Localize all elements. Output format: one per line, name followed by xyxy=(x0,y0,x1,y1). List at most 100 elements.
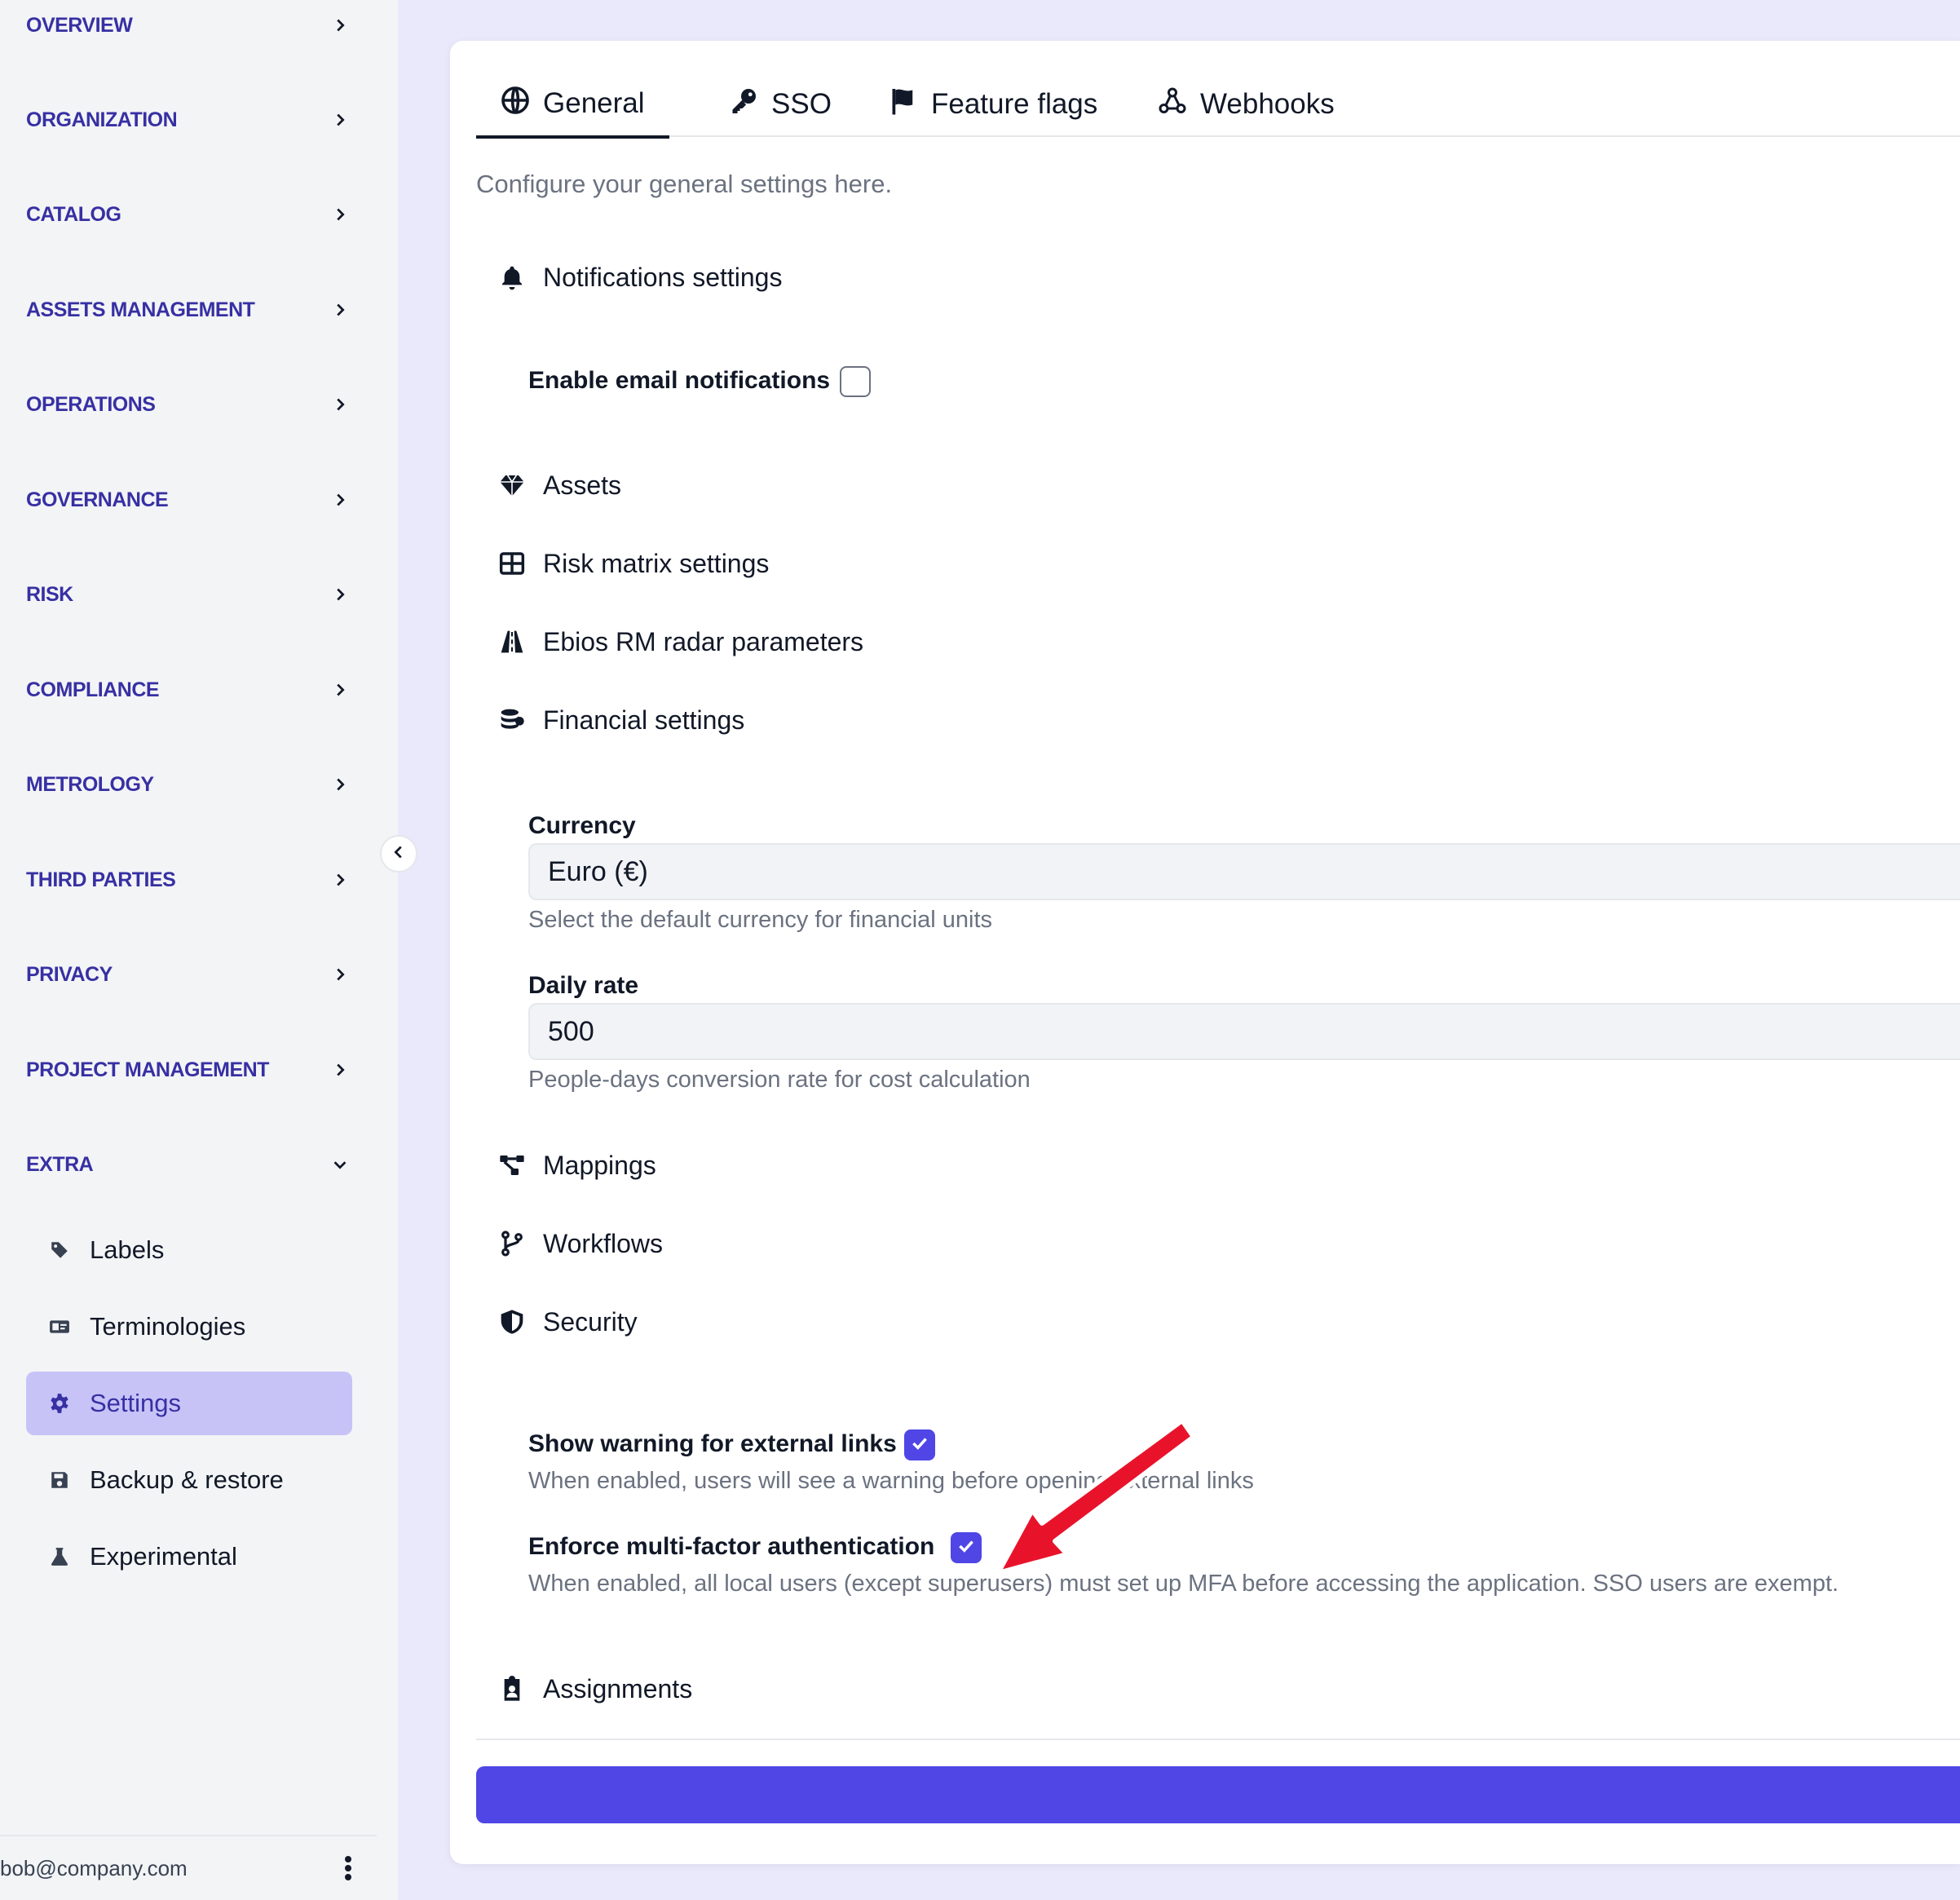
nav-overview[interactable]: OVERVIEW xyxy=(26,1,352,50)
tab-label: Webhooks xyxy=(1200,88,1335,120)
sidebar: OVERVIEW ORGANIZATION CATALOG ASSETS MAN… xyxy=(0,0,398,1900)
flask-icon xyxy=(49,1546,78,1567)
section-workflows[interactable]: Workflows xyxy=(499,1223,663,1264)
chevron-right-icon xyxy=(328,298,352,322)
tab-feature-flags[interactable]: Feature flags xyxy=(889,72,1097,137)
nav-third-parties[interactable]: THIRD PARTIES xyxy=(26,855,352,904)
nav-catalog[interactable]: CATALOG xyxy=(26,190,352,239)
chevron-down-icon xyxy=(328,1152,352,1177)
section-title: Security xyxy=(543,1306,638,1337)
page-intro: Configure your general settings here. xyxy=(476,170,893,198)
tab-general[interactable]: General xyxy=(476,72,669,139)
chevron-right-icon xyxy=(328,868,352,892)
nav-compliance[interactable]: COMPLIANCE xyxy=(26,665,352,714)
table-icon xyxy=(499,550,532,577)
nav-extra[interactable]: EXTRA xyxy=(26,1140,352,1189)
currency-select[interactable] xyxy=(528,843,1960,900)
nav-assets-management[interactable]: ASSETS MANAGEMENT xyxy=(26,285,352,334)
section-assignments[interactable]: Assignments xyxy=(499,1668,692,1709)
nav-governance[interactable]: GOVERNANCE xyxy=(26,475,352,524)
nav-label: THIRD PARTIES xyxy=(26,868,176,891)
save-button[interactable] xyxy=(476,1766,1960,1823)
floppy-disk-icon xyxy=(49,1469,78,1491)
nav-label: ASSETS MANAGEMENT xyxy=(26,298,255,321)
sidebar-item-terminologies[interactable]: Terminologies xyxy=(26,1295,352,1359)
sidebar-footer: bob@company.com xyxy=(0,1835,377,1900)
nav-label: PRIVACY xyxy=(26,962,113,986)
id-card-icon xyxy=(49,1316,78,1337)
flag-icon xyxy=(889,86,931,123)
nav-privacy[interactable]: PRIVACY xyxy=(26,950,352,999)
section-financial[interactable]: Financial settings xyxy=(499,700,744,740)
sidebar-item-label: Backup & restore xyxy=(90,1465,284,1494)
gem-icon xyxy=(499,472,532,498)
section-notifications[interactable]: Notifications settings xyxy=(499,257,782,298)
chevron-right-icon xyxy=(328,392,352,417)
tab-sso[interactable]: SSO xyxy=(729,72,832,137)
sidebar-item-label: Experimental xyxy=(90,1542,237,1571)
section-title: Notifications settings xyxy=(543,262,783,292)
chevron-right-icon xyxy=(328,13,352,38)
section-title: Risk matrix settings xyxy=(543,548,770,578)
section-title: Workflows xyxy=(543,1228,663,1258)
bell-icon xyxy=(499,264,532,290)
section-title: Ebios RM radar parameters xyxy=(543,626,864,656)
shield-icon xyxy=(499,1309,532,1335)
nav-metrology[interactable]: METROLOGY xyxy=(26,760,352,809)
collapse-sidebar-button[interactable] xyxy=(380,835,417,873)
chevron-right-icon xyxy=(328,772,352,797)
daily-rate-help: People-days conversion rate for cost cal… xyxy=(528,1067,1031,1093)
chevron-left-icon xyxy=(390,843,408,865)
email-notifications-checkbox[interactable] xyxy=(840,366,871,397)
currency-label: Currency xyxy=(528,812,636,839)
tab-webhooks[interactable]: Webhooks xyxy=(1158,72,1335,137)
key-icon xyxy=(729,86,771,123)
mfa-checkbox[interactable] xyxy=(951,1532,982,1563)
nav-label: RISK xyxy=(26,582,73,606)
currency-help: Select the default currency for financia… xyxy=(528,907,993,933)
sidebar-item-backup-restore[interactable]: Backup & restore xyxy=(26,1448,352,1512)
chevron-right-icon xyxy=(328,582,352,607)
sidebar-item-label: Settings xyxy=(90,1389,182,1417)
sidebar-item-labels[interactable]: Labels xyxy=(26,1218,352,1282)
nav-organization[interactable]: ORGANIZATION xyxy=(26,95,352,144)
nav-project-management[interactable]: PROJECT MANAGEMENT xyxy=(26,1045,352,1094)
chevron-right-icon xyxy=(328,488,352,512)
globe-icon xyxy=(501,86,543,122)
daily-rate-input[interactable] xyxy=(528,1003,1960,1060)
nav-label: ORGANIZATION xyxy=(26,108,178,131)
section-risk-matrix[interactable]: Risk matrix settings xyxy=(499,543,769,584)
email-notifications-label: Enable email notifications xyxy=(528,367,831,394)
nav-risk[interactable]: RISK xyxy=(26,570,352,619)
section-mappings[interactable]: Mappings xyxy=(499,1145,656,1186)
code-branch-icon xyxy=(499,1231,532,1257)
tab-label: General xyxy=(543,87,645,119)
coins-icon xyxy=(499,707,532,733)
kebab-menu-icon[interactable] xyxy=(336,1848,360,1889)
clipboard-user-icon xyxy=(499,1676,532,1702)
mfa-help: When enabled, all local users (except su… xyxy=(528,1571,1839,1597)
daily-rate-label: Daily rate xyxy=(528,972,639,999)
external-links-label: Show warning for external links xyxy=(528,1430,897,1457)
sidebar-item-label: Terminologies xyxy=(90,1312,246,1341)
settings-card: General SSO Feature flags Webhooks Confi… xyxy=(450,41,1960,1864)
chevron-right-icon xyxy=(328,962,352,987)
chevron-right-icon xyxy=(328,1058,352,1082)
sidebar-item-settings[interactable]: Settings xyxy=(26,1372,352,1435)
sidebar-item-experimental[interactable]: Experimental xyxy=(26,1525,352,1588)
section-title: Assets xyxy=(543,470,622,500)
section-security[interactable]: Security xyxy=(499,1301,638,1342)
section-assets[interactable]: Assets xyxy=(499,465,621,506)
nav-label: METROLOGY xyxy=(26,772,154,796)
nav-label: PROJECT MANAGEMENT xyxy=(26,1058,269,1081)
tab-label: Feature flags xyxy=(931,88,1098,120)
gear-icon xyxy=(49,1393,78,1414)
tag-icon xyxy=(49,1239,78,1261)
nav-label: OVERVIEW xyxy=(26,13,133,37)
external-links-checkbox[interactable] xyxy=(904,1429,935,1460)
section-ebios[interactable]: Ebios RM radar parameters xyxy=(499,621,863,662)
nav-label: GOVERNANCE xyxy=(26,488,169,511)
chevron-right-icon xyxy=(328,678,352,702)
nav-operations[interactable]: OPERATIONS xyxy=(26,380,352,429)
checkmark-icon xyxy=(909,1433,930,1458)
